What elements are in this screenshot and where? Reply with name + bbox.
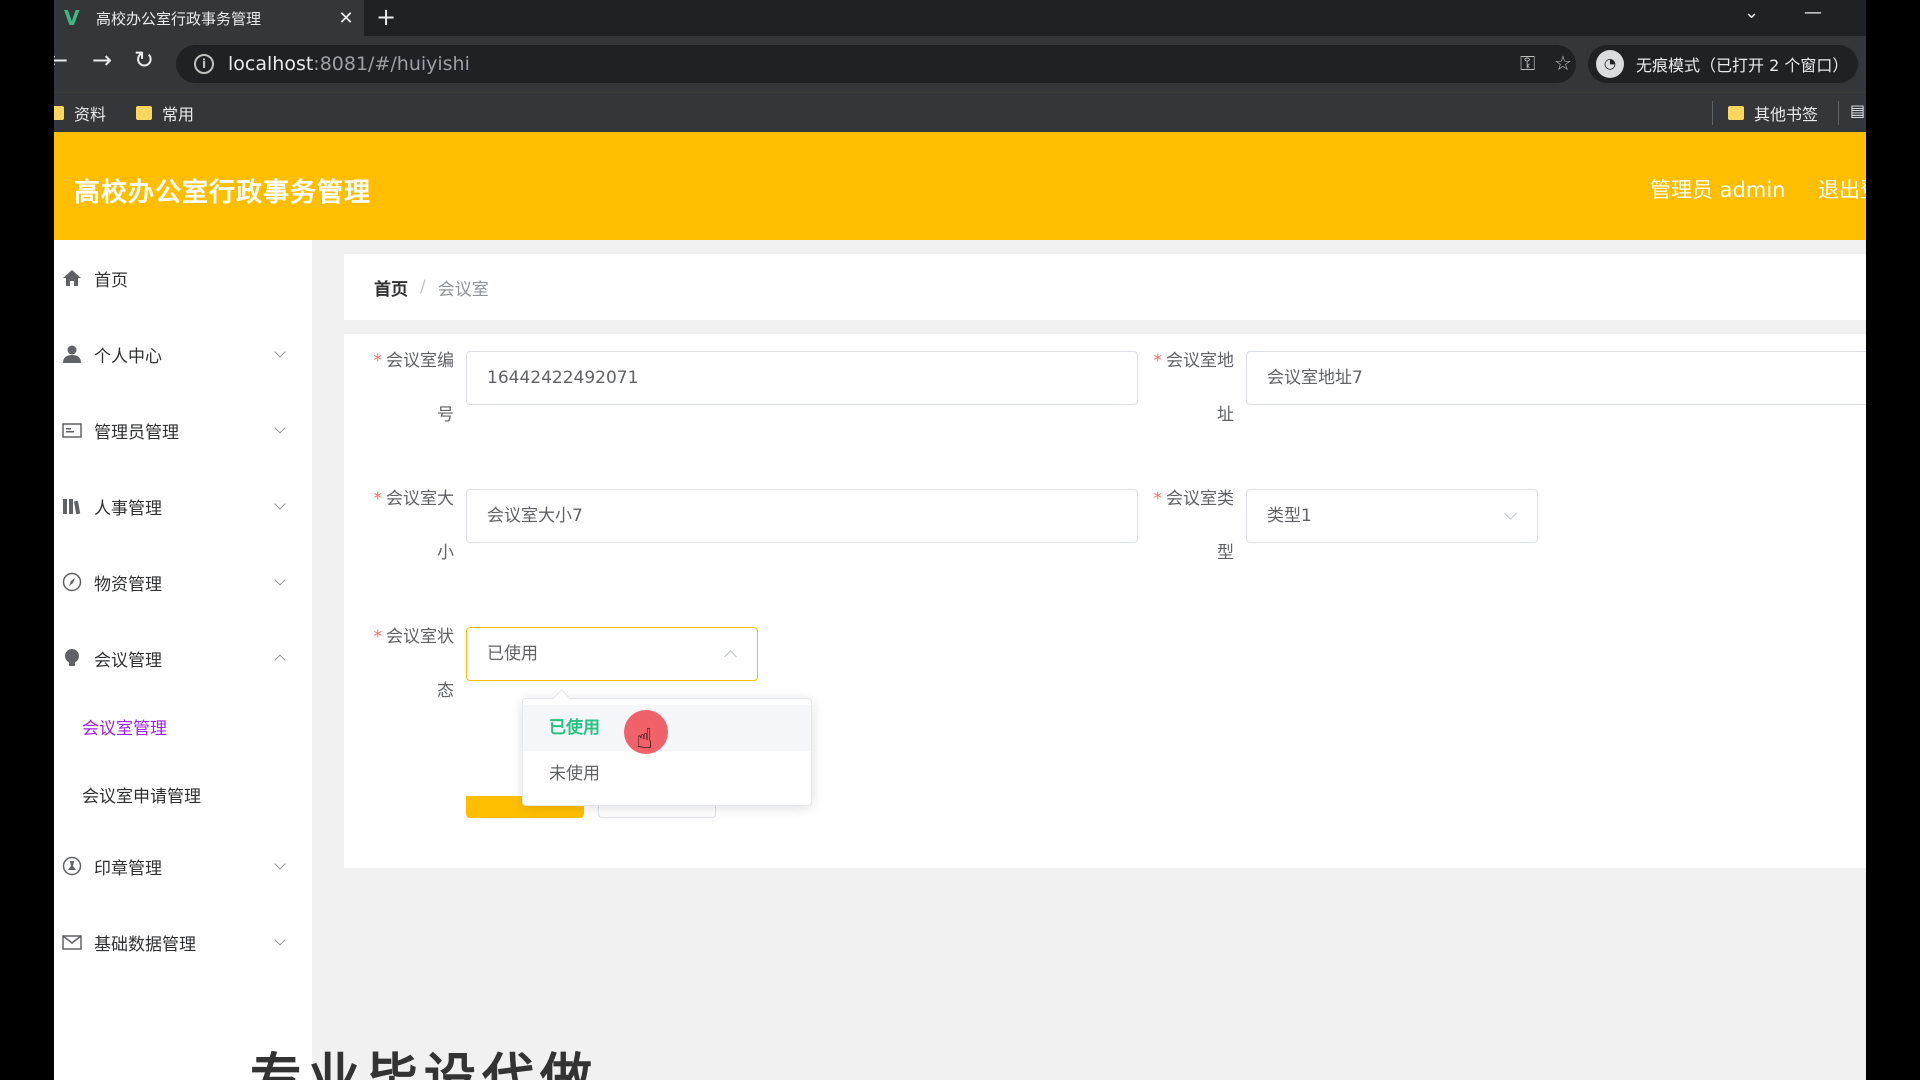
bookmark-folder-ziliao[interactable]: 资料 <box>54 101 106 125</box>
size-label-cont: 小 <box>437 543 454 563</box>
folder-icon <box>54 106 64 120</box>
close-tab-icon[interactable]: ✕ <box>328 8 364 29</box>
chevron-down-icon <box>274 574 286 586</box>
sidebar-item-supplies[interactable]: 物资管理 <box>54 552 312 612</box>
forward-icon[interactable]: → <box>92 46 112 74</box>
tab-search-icon[interactable]: ⌄ <box>1744 2 1759 23</box>
books-icon <box>62 496 82 516</box>
address-label: * 会议室地 <box>1153 351 1235 371</box>
room-no-input[interactable]: 16442422492071 <box>466 351 1138 405</box>
current-user: 管理员 admin <box>1650 178 1786 202</box>
sidebar-item-meeting[interactable]: 会议管理 <box>54 628 312 688</box>
type-select-value: 类型1 <box>1267 506 1312 526</box>
bulb-icon <box>62 648 82 668</box>
mail-icon <box>62 932 82 952</box>
bookmark-separator <box>1712 101 1713 125</box>
breadcrumb-separator: / <box>420 277 426 297</box>
vue-logo-icon: V <box>64 6 80 30</box>
incognito-icon: ◔ <box>1596 50 1624 78</box>
app-title: 高校办公室行政事务管理 <box>74 178 372 208</box>
room-no-label: * 会议室编 <box>373 351 455 371</box>
chevron-up-icon <box>274 654 286 666</box>
url-text: localhost:8081/#/huiyishi <box>228 53 470 75</box>
browser-tabstrip: V 高校办公室行政事务管理 ✕ + ⌄ — <box>54 0 1866 36</box>
sidebar-subitem-room-manage[interactable]: 会议室管理 <box>54 696 312 756</box>
site-info-icon[interactable]: i <box>194 54 214 74</box>
incognito-label: 无痕模式（已打开 2 个窗口） <box>1636 56 1849 75</box>
type-select[interactable]: 类型1 <box>1246 489 1538 543</box>
bookmarks-bar: 资料 常用 其他书签 ▤ <box>54 92 1866 132</box>
sidebar-item-basedata[interactable]: 基础数据管理 <box>54 912 312 972</box>
stamp-icon <box>62 856 82 876</box>
chevron-down-icon <box>274 858 286 870</box>
tab-title: 高校办公室行政事务管理 <box>96 9 262 28</box>
browser-toolbar: ← → ↻ i localhost:8081/#/huiyishi ⚿ ☆ ◔ … <box>54 36 1866 92</box>
sidebar-item-home[interactable]: 首页 <box>54 248 312 308</box>
chevron-down-icon <box>274 934 286 946</box>
key-icon[interactable]: ⚿ <box>1520 51 1535 75</box>
status-dropdown: 已使用 未使用 <box>522 698 812 806</box>
home-icon <box>62 268 82 288</box>
status-label: * 会议室状 <box>373 627 455 647</box>
bookmark-separator <box>1838 101 1839 125</box>
chevron-down-icon <box>274 346 286 358</box>
screen: V 高校办公室行政事务管理 ✕ + ⌄ — ← → ↻ i localhost:… <box>54 0 1866 1080</box>
id-card-icon <box>62 420 82 440</box>
watermark-text: 专业毕设代做 <box>250 1049 599 1080</box>
new-tab-button[interactable]: + <box>376 0 396 36</box>
address-input[interactable]: 会议室地址7 <box>1246 351 1866 405</box>
compass-icon <box>62 572 82 592</box>
chevron-down-icon <box>1504 507 1517 520</box>
app-header: 高校办公室行政事务管理 管理员 admin 退出登录 <box>54 132 1866 240</box>
sidebar: 首页 个人中心 管理员管理 人事管理 物资管理 会议管理 会议室管理 会议室申请… <box>54 240 312 1080</box>
hand-cursor-icon: ☝ <box>636 722 654 755</box>
breadcrumb-current: 会议室 <box>437 279 489 300</box>
size-label: * 会议室大 <box>373 489 455 509</box>
logout-button[interactable]: 退出登录 <box>1818 174 1866 204</box>
sidebar-item-admin[interactable]: 管理员管理 <box>54 400 312 460</box>
status-select[interactable]: 已使用 <box>466 627 758 681</box>
sidebar-item-seal[interactable]: 印章管理 <box>54 836 312 896</box>
star-icon[interactable]: ☆ <box>1554 51 1572 75</box>
sidebar-item-personal[interactable]: 个人中心 <box>54 324 312 384</box>
breadcrumb: 首页 / 会议室 <box>344 254 1866 320</box>
browser-tab[interactable]: V 高校办公室行政事务管理 ✕ <box>54 0 364 36</box>
reload-icon[interactable]: ↻ <box>134 46 154 74</box>
folder-icon <box>136 106 152 120</box>
address-label-cont: 址 <box>1217 405 1234 425</box>
status-option-unused[interactable]: 未使用 <box>523 751 811 797</box>
sidebar-subitem-room-apply[interactable]: 会议室申请管理 <box>54 764 312 824</box>
folder-icon <box>1728 106 1744 120</box>
chevron-up-icon <box>724 650 737 663</box>
type-label: * 会议室类 <box>1153 489 1235 509</box>
status-label-cont: 态 <box>437 681 454 701</box>
incognito-indicator[interactable]: ◔ 无痕模式（已打开 2 个窗口） <box>1588 45 1858 83</box>
user-icon <box>62 344 82 364</box>
back-icon[interactable]: ← <box>54 46 68 74</box>
sidebar-item-hr[interactable]: 人事管理 <box>54 476 312 536</box>
bookmark-folder-other[interactable]: 其他书签 <box>1728 101 1818 125</box>
reading-list-icon[interactable]: ▤ <box>1850 101 1865 120</box>
size-input[interactable]: 会议室大小7 <box>466 489 1138 543</box>
status-select-value: 已使用 <box>487 644 538 664</box>
breadcrumb-home[interactable]: 首页 <box>374 275 408 300</box>
room-no-label-cont: 号 <box>437 405 454 425</box>
address-bar[interactable]: i localhost:8081/#/huiyishi ⚿ ☆ <box>176 45 1576 83</box>
type-label-cont: 型 <box>1217 543 1234 563</box>
minimize-icon[interactable]: — <box>1804 2 1822 23</box>
bookmark-folder-changyong[interactable]: 常用 <box>136 101 194 125</box>
chevron-down-icon <box>274 422 286 434</box>
chevron-down-icon <box>274 498 286 510</box>
